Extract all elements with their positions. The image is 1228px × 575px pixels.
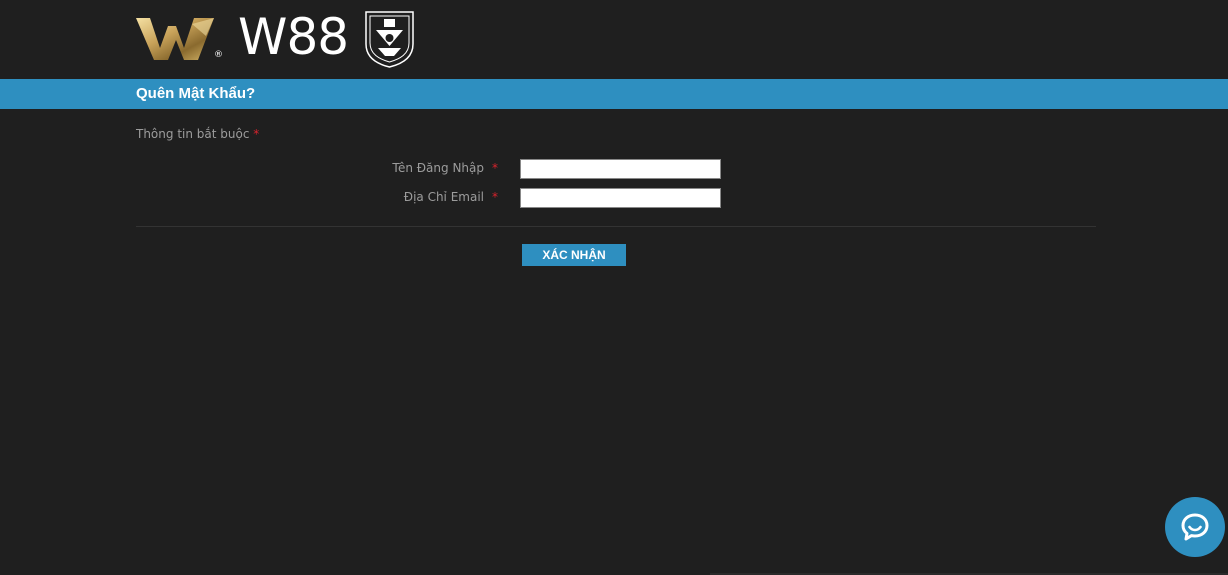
registered-mark: ® — [214, 50, 223, 60]
email-label: Địa Chỉ Email * — [404, 190, 498, 204]
username-label-text: Tên Đăng Nhập — [392, 161, 484, 175]
w88-w-logo-icon[interactable] — [136, 18, 214, 60]
username-row: Tên Đăng Nhập * — [0, 159, 1228, 181]
club-crest-icon — [365, 11, 414, 68]
required-asterisk: * — [492, 161, 498, 175]
username-input[interactable] — [520, 159, 721, 179]
site-header: ® W88 — [0, 0, 1228, 79]
submit-button[interactable]: XÁC NHẬN — [522, 244, 626, 266]
email-label-text: Địa Chỉ Email — [403, 190, 484, 204]
required-asterisk: * — [253, 127, 260, 141]
email-row: Địa Chỉ Email * — [0, 188, 1228, 210]
required-note-text: Thông tin bắt buộc — [136, 127, 250, 141]
required-info-note: Thông tin bắt buộc * — [136, 127, 259, 141]
required-asterisk: * — [492, 190, 498, 204]
live-chat-button[interactable] — [1165, 497, 1225, 557]
form-divider — [136, 226, 1096, 227]
chat-bubble-icon — [1181, 513, 1209, 541]
email-input[interactable] — [520, 188, 721, 208]
page-title: Quên Mật Khẩu? — [136, 85, 256, 102]
brand-wordmark[interactable]: W88 — [238, 8, 349, 66]
username-label: Tên Đăng Nhập * — [392, 161, 498, 175]
page-title-bar: Quên Mật Khẩu? — [0, 79, 1228, 109]
